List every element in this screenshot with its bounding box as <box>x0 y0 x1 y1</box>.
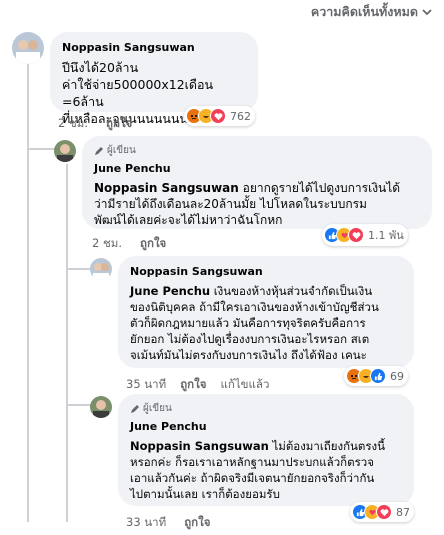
reaction-count: 762 <box>230 109 251 123</box>
avatar[interactable] <box>90 396 112 418</box>
comment-filter-dropdown[interactable]: ความคิดเห็นทั้งหมด <box>311 2 432 22</box>
like-button[interactable]: ถูกใจ <box>140 235 166 253</box>
reaction-count: 87 <box>396 505 410 519</box>
comment-timestamp[interactable]: 2 ชม. <box>92 235 122 253</box>
comment-actions: 2 ชม. ถูกใจ <box>92 235 166 253</box>
comment-line: เอาแล้วกันค่ะ ถ้าผิดจริงมีเจตนายักยอกจริ… <box>130 471 375 485</box>
comment-line: ยักยอก ไม่ต้องไปดูเรื่องงบการเงินอะไรหรอ… <box>130 332 370 346</box>
comment-bubble: Noppasin Sangsuwan June Penchu เงินของห้… <box>118 256 414 368</box>
comment-line: เงินของห้างหุ้นส่วนจำกัดเป็นเงิน <box>210 284 373 298</box>
pencil-icon <box>131 404 139 413</box>
comment-bubble: ผู้เขียน June Penchu Noppasin Sangsuwan … <box>118 394 414 506</box>
mention-link[interactable]: Noppasin Sangsuwan <box>94 181 239 195</box>
comment-line: หรอกค่ะ ก็รอเราเอาหลักฐานมาประบกแล้วก็ตร… <box>130 455 374 469</box>
like-button[interactable]: ถูกใจ <box>184 514 210 532</box>
pencil-icon <box>95 146 103 155</box>
commenter-name[interactable]: Noppasin Sangsuwan <box>62 40 246 55</box>
mention-link[interactable]: Noppasin Sangsuwan <box>130 439 269 453</box>
author-badge-label: ผู้เขียน <box>143 403 172 414</box>
comment-text: June Penchu เงินของห้างหุ้นส่วนจำกัดเป็น… <box>130 283 402 363</box>
reaction-summary[interactable]: 1.1 พัน <box>322 224 408 246</box>
commenter-name[interactable]: Noppasin Sangsuwan <box>130 264 402 279</box>
comment-line: ของนิติบุคคล ถ้ามีใครเอาเงินของห้างเข้าบ… <box>130 300 379 314</box>
commenter-name[interactable]: June Penchu <box>130 419 402 434</box>
love-reaction-icon <box>348 227 364 243</box>
love-reaction-icon <box>376 504 392 520</box>
mention-link[interactable]: June Penchu <box>130 284 210 298</box>
author-badge: ผู้เขียน <box>94 144 420 157</box>
author-badge: ผู้เขียน <box>130 402 402 415</box>
reaction-count: 1.1 พัน <box>368 229 404 242</box>
comment-timestamp[interactable]: 2 ชม. <box>58 115 88 133</box>
comment-line: ว่ามีรายได้ถึงเดือนละ20ล้านมั้ย ไปโหลดใน… <box>94 197 367 211</box>
like-button[interactable]: ถูกใจ <box>106 115 132 133</box>
comment-actions: 2 ชม. ถูกใจ <box>58 115 132 133</box>
comment-filter-label: ความคิดเห็นทั้งหมด <box>310 4 418 19</box>
avatar[interactable] <box>90 258 112 280</box>
avatar[interactable] <box>12 32 44 64</box>
reaction-summary[interactable]: 69 <box>344 366 408 386</box>
reaction-summary[interactable]: 87 <box>350 502 414 522</box>
like-button[interactable]: ถูกใจ <box>180 376 206 394</box>
avatar[interactable] <box>54 140 76 162</box>
comment-timestamp[interactable]: 33 นาที <box>126 514 166 532</box>
comment-bubble: ผู้เขียน June Penchu Noppasin Sangsuwan … <box>82 136 432 229</box>
comment-timestamp[interactable]: 35 นาที <box>126 376 166 394</box>
like-reaction-icon <box>370 368 386 384</box>
commenter-name[interactable]: June Penchu <box>94 161 420 176</box>
comment-line: จเม้นท์มันไม่ตรงกับงบการเงินไง ถึงได้ฟ้อ… <box>130 348 367 362</box>
comment-line: ปีนึงได้20ล้าน <box>62 60 139 75</box>
thread-line <box>66 164 68 522</box>
love-reaction-icon <box>210 108 226 124</box>
comment-actions: 33 นาที ถูกใจ <box>126 514 210 532</box>
comment-text: Noppasin Sangsuwan ไม่ต้องมาเถียงกันตรงน… <box>130 438 402 502</box>
edited-label[interactable]: แก้ไขแล้ว <box>220 376 269 394</box>
reaction-summary[interactable]: 762 <box>184 106 255 126</box>
comment-bubble: Noppasin Sangsuwan ปีนึงได้20ล้าน ค่าใช้… <box>50 32 258 126</box>
comment-text: Noppasin Sangsuwan อยากดูรายได้ไปดูงบการ… <box>94 180 420 228</box>
chevron-down-icon <box>422 9 432 16</box>
thread-line <box>27 62 29 522</box>
author-badge-label: ผู้เขียน <box>107 145 136 156</box>
comment-actions: 35 นาที ถูกใจ แก้ไขแล้ว <box>126 376 269 394</box>
reaction-count: 69 <box>390 369 404 383</box>
thread-line <box>27 148 55 150</box>
comment-line: ไม่ต้องมาเถียงกันตรงนี้ <box>268 439 386 453</box>
comment-line: ไปตามนั้นเลย เราก็ต้องยอมรับ <box>130 487 280 501</box>
comment-line: ตัวก็ผิดกฎหมายแล้ว มันคือการทุจริตครับคื… <box>130 316 366 330</box>
comment-line: ค่าใช้จ่าย500000x12เดือน =6ล้าน <box>62 77 214 109</box>
comment-line: อยากดูรายได้ไปดูงบการเงินได้ <box>238 181 401 195</box>
